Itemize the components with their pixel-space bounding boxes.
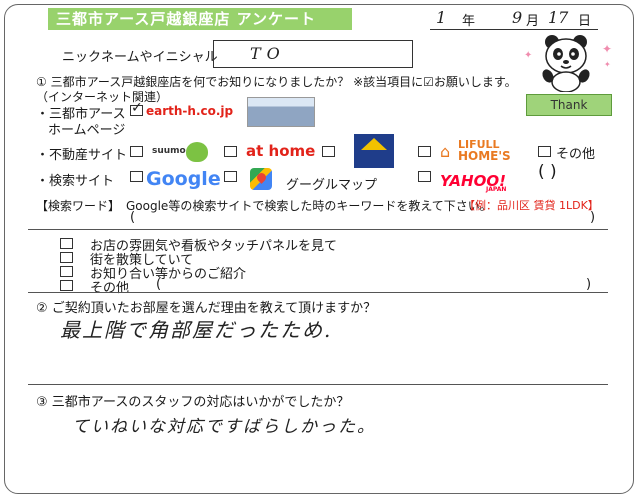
q2-answer: 最上階で角部屋だったため. bbox=[60, 318, 333, 342]
nickname-label: ニックネームやイニシャル bbox=[62, 50, 218, 65]
sparkle-icon: ✦ bbox=[604, 60, 611, 69]
sparkle-icon: ✦ bbox=[524, 50, 533, 61]
google-checkbox[interactable] bbox=[130, 171, 143, 182]
google-logo: Google bbox=[146, 168, 221, 190]
suumo-logo: suumo bbox=[152, 146, 186, 156]
homepage-checkbox[interactable] bbox=[130, 100, 143, 116]
date-year-value: 1 bbox=[436, 8, 447, 27]
homepage-label-2: ホームページ bbox=[48, 123, 126, 138]
yahoo-japan-logo: JAPAN bbox=[486, 186, 507, 193]
lifull-checkbox[interactable] bbox=[418, 146, 431, 157]
lifull-logo-line2: HOME'S bbox=[458, 149, 511, 163]
q3-answer: ていねいな対応ですばらしかった。 bbox=[72, 417, 376, 437]
nickname-value: TO bbox=[250, 44, 286, 63]
google-maps-icon bbox=[250, 168, 272, 190]
athome-logo: at home bbox=[246, 142, 316, 160]
date-day-unit: 日 bbox=[578, 14, 592, 29]
sparkle-icon: ✦ bbox=[602, 42, 613, 56]
option-checkbox-referral[interactable] bbox=[60, 266, 73, 277]
option-other-input[interactable] bbox=[166, 277, 584, 293]
earth-homepage-url: earth-h.co.jp bbox=[146, 104, 234, 118]
section-divider bbox=[28, 384, 608, 385]
search-label: ・検索サイト bbox=[36, 174, 115, 189]
homepage-screenshot-image bbox=[247, 97, 315, 127]
mimamori-logo-icon bbox=[354, 134, 394, 168]
date-month-unit: 月 bbox=[526, 14, 540, 29]
realestate-label: ・不動産サイト bbox=[36, 148, 128, 163]
google-maps-label: グーグルマップ bbox=[286, 178, 378, 193]
keyword-input-area[interactable] bbox=[140, 210, 588, 226]
q3-answer-area[interactable]: ていねいな対応ですばらしかった。 bbox=[36, 406, 608, 490]
thank-badge: Thank bbox=[526, 94, 612, 116]
keyword-label: 【検索ワード】 bbox=[36, 199, 121, 213]
other-site-label: その他 bbox=[556, 147, 596, 162]
yahoo-checkbox[interactable] bbox=[418, 171, 431, 182]
option-other-paren-open: ( bbox=[156, 277, 162, 292]
option-checkbox-other[interactable] bbox=[60, 280, 73, 291]
option-checkbox-signage[interactable] bbox=[60, 238, 73, 249]
nickname-field[interactable]: TO bbox=[213, 40, 413, 68]
suumo-mascot-icon bbox=[186, 142, 208, 162]
date-month-value: 9 bbox=[512, 8, 523, 27]
survey-title: 三都市アース戸越銀座店 アンケート bbox=[48, 8, 352, 30]
option-label-other: その他 bbox=[90, 281, 130, 296]
date-day-value: 17 bbox=[548, 8, 569, 27]
option-checkbox-strolling[interactable] bbox=[60, 252, 73, 263]
keyword-paren-close: ) bbox=[590, 210, 596, 225]
panda-mascot-icon bbox=[536, 32, 596, 93]
q2-answer-area[interactable]: 最上階で角部屋だったため. bbox=[36, 312, 608, 380]
suumo-checkbox[interactable] bbox=[130, 146, 143, 157]
athome-checkbox[interactable] bbox=[224, 146, 237, 157]
section-divider bbox=[28, 229, 608, 230]
other-site-checkbox[interactable] bbox=[538, 146, 551, 157]
date-underline bbox=[430, 29, 598, 30]
mimamori-checkbox[interactable] bbox=[322, 146, 335, 157]
google-maps-checkbox[interactable] bbox=[224, 171, 237, 182]
section-divider bbox=[28, 292, 608, 293]
date-year-unit: 年 bbox=[462, 14, 476, 29]
lifull-house-icon: ⌂ bbox=[440, 142, 451, 161]
option-other-paren-close: ) bbox=[586, 277, 592, 292]
other-site-paren[interactable]: ( ) bbox=[538, 162, 557, 182]
keyword-paren-open: ( bbox=[130, 210, 136, 225]
